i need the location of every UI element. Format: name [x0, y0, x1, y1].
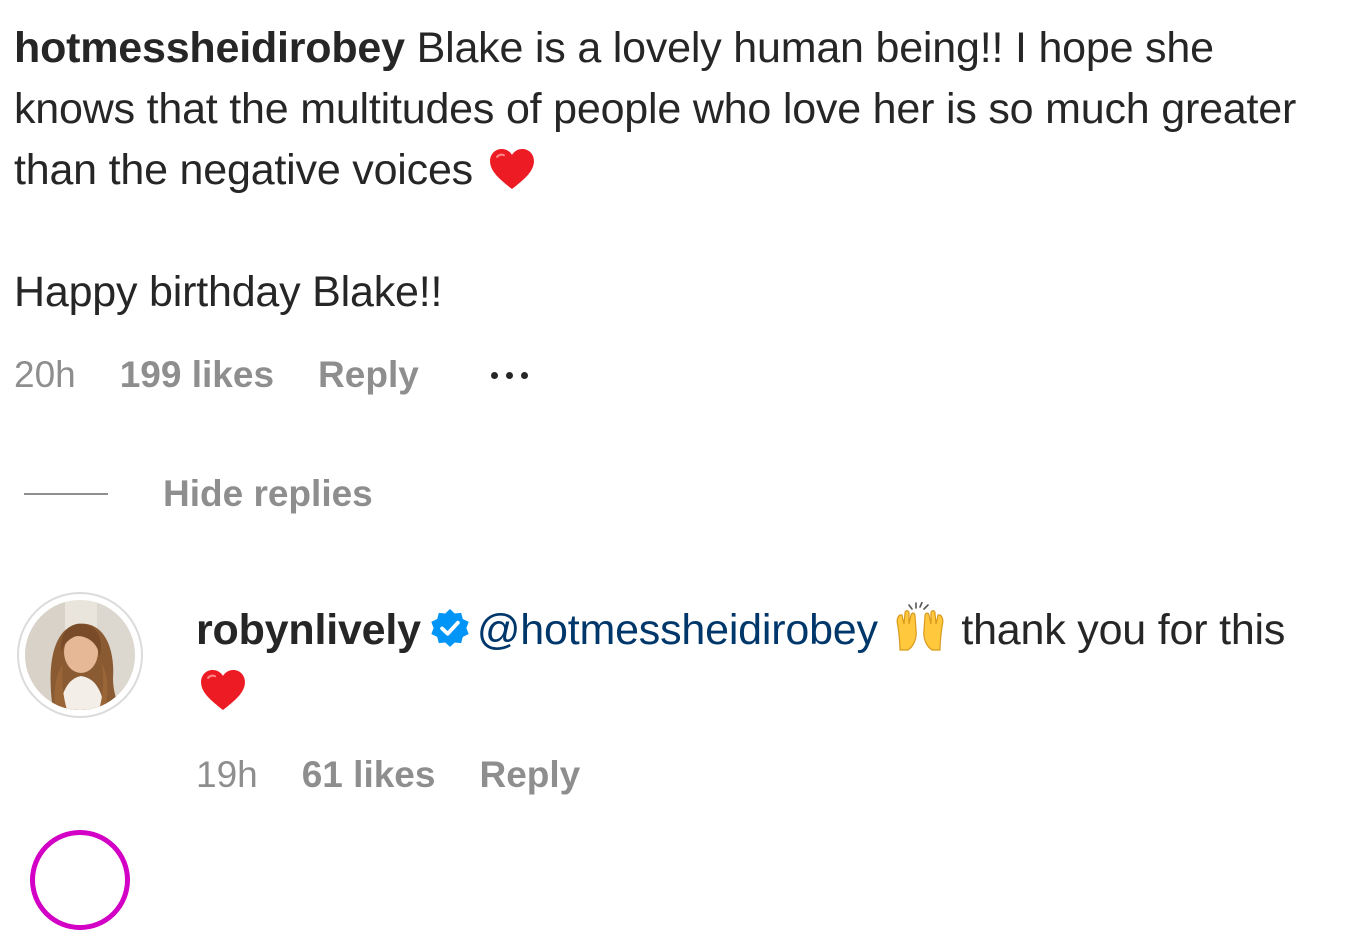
reply-text: thank you for this	[961, 606, 1286, 654]
comment-likes-count[interactable]: 199 likes	[120, 354, 274, 396]
comment-timestamp[interactable]: 20h	[14, 354, 76, 396]
comment-text-line2: Happy birthday Blake!!	[14, 268, 443, 316]
reply-reply-button[interactable]: Reply	[479, 754, 580, 796]
comment-username[interactable]: hotmessheidirobey	[14, 24, 405, 72]
next-comment-avatar-story-ring[interactable]	[30, 830, 130, 930]
hide-replies-button[interactable]: Hide replies	[163, 473, 373, 515]
replies-divider-line	[24, 493, 108, 495]
comment-meta: 20h 199 likes Reply	[14, 352, 528, 398]
replies-toggle[interactable]: Hide replies	[24, 470, 373, 518]
reply-timestamp[interactable]: 19h	[196, 754, 258, 796]
heart-icon	[200, 669, 246, 711]
reply-username[interactable]: robynlively	[196, 606, 421, 654]
verified-badge-icon	[429, 608, 471, 650]
reply-mention-link[interactable]: @hotmessheidirobey	[477, 606, 878, 654]
comment-body: hotmessheidirobey Blake is a lovely huma…	[14, 18, 1344, 323]
more-options-icon[interactable]	[490, 371, 528, 379]
reply-body: robynlively @hotmessheidirobey thank you…	[196, 600, 1346, 722]
reply-likes-count[interactable]: 61 likes	[302, 754, 436, 796]
raising-hands-icon	[894, 602, 946, 652]
heart-icon	[489, 148, 535, 190]
reply-avatar[interactable]	[17, 592, 143, 718]
reply-meta: 19h 61 likes Reply	[196, 752, 580, 798]
avatar-photo	[25, 600, 135, 710]
comment-reply-button[interactable]: Reply	[318, 354, 419, 396]
